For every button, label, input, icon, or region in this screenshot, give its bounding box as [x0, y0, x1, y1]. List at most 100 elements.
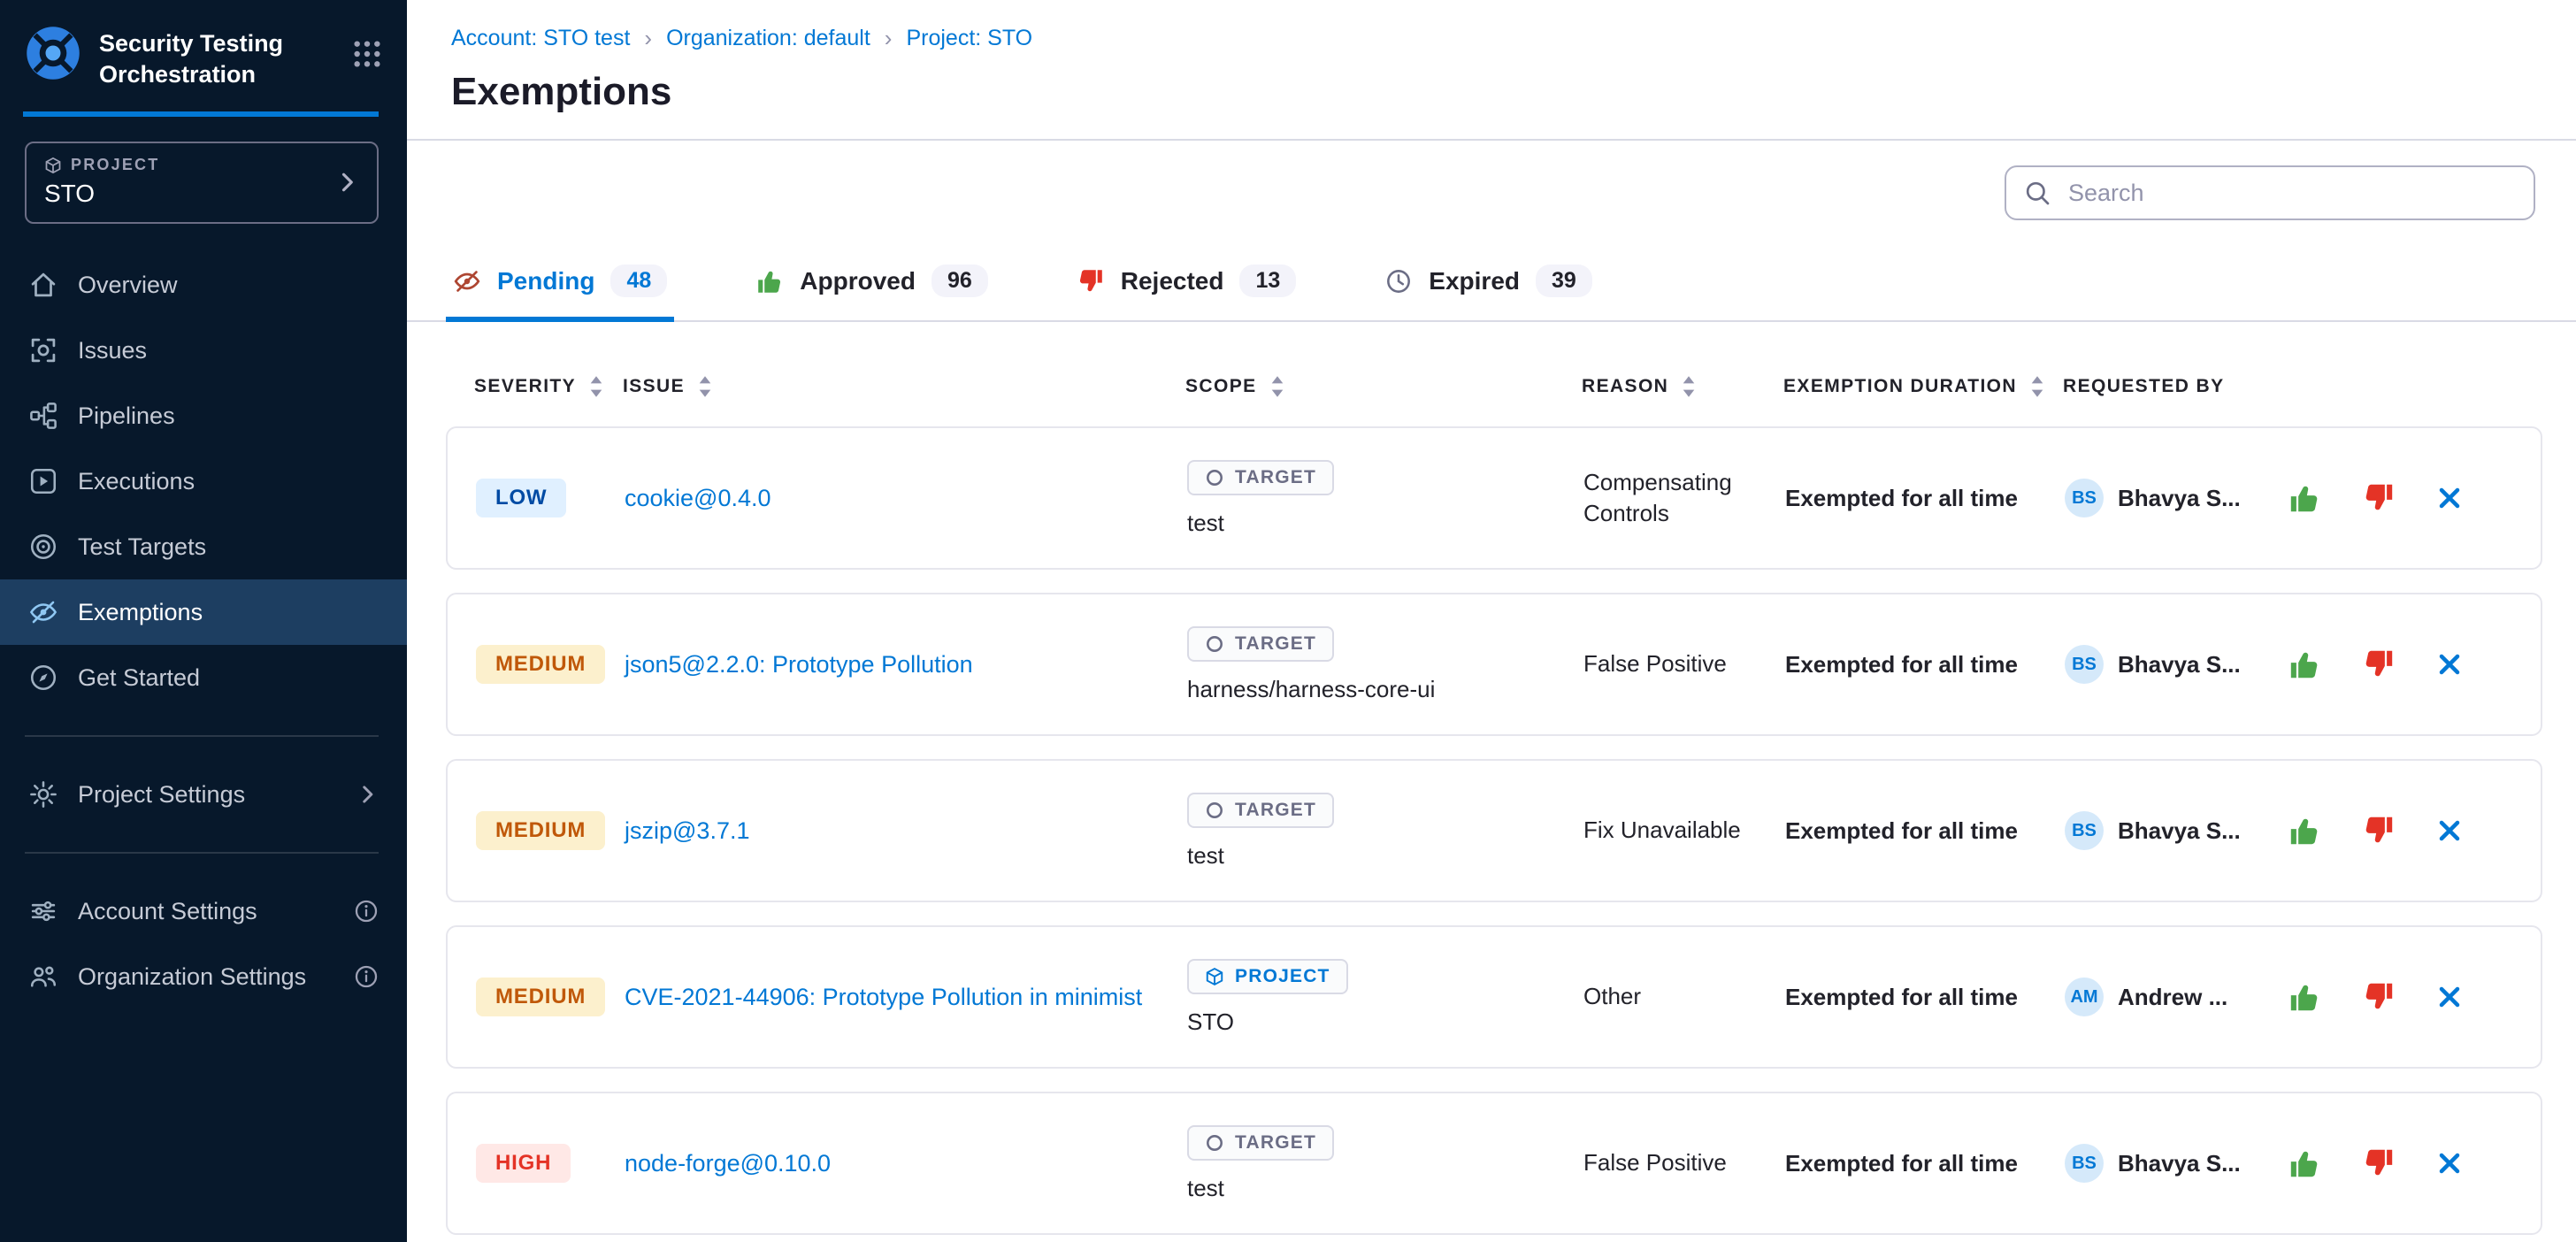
sort-button[interactable] [1269, 375, 1285, 398]
approve-button[interactable] [2288, 814, 2321, 847]
exemption-duration-cell: Exempted for all time [1785, 984, 2065, 1011]
home-icon [28, 270, 58, 300]
sidebar-item-organization-settings[interactable]: Organization Settings [0, 944, 407, 1009]
search-box[interactable] [2005, 165, 2535, 220]
close-x-icon [2436, 651, 2463, 678]
column-header-reason: REASON [1582, 375, 1783, 398]
thumbs-up-icon [2288, 980, 2321, 1014]
cancel-exemption-button[interactable] [2436, 485, 2463, 511]
sidebar-item-account-settings[interactable]: Account Settings [0, 878, 407, 944]
approve-button[interactable] [2288, 648, 2321, 681]
close-x-icon [2436, 817, 2463, 844]
column-label: REQUESTED BY [2063, 376, 2225, 397]
page-title: Exemptions [451, 70, 2534, 114]
sidebar-item-issues[interactable]: Issues [0, 318, 407, 383]
breadcrumb-account[interactable]: Account: STO test [451, 26, 630, 51]
severity-badge: MEDIUM [476, 645, 605, 684]
sidebar-divider [25, 735, 379, 737]
scope-cell: TARGET test [1187, 460, 1583, 537]
tab-rejected[interactable]: Rejected 13 [1073, 245, 1300, 320]
cancel-exemption-button[interactable] [2436, 651, 2463, 678]
thumbs-up-icon [2288, 648, 2321, 681]
app-switcher-button[interactable] [349, 35, 386, 73]
avatar: AM [2065, 978, 2104, 1016]
issue-link[interactable]: node-forge@0.10.0 [625, 1146, 859, 1182]
sidebar-item-exemptions[interactable]: Exemptions [0, 579, 407, 645]
severity-badge: MEDIUM [476, 978, 605, 1016]
scan-issues-icon [28, 335, 58, 365]
issue-cell: jszip@3.7.1 [625, 813, 1187, 849]
approve-button[interactable] [2288, 980, 2321, 1014]
scope-type-label: TARGET [1235, 1132, 1316, 1154]
breadcrumb-project[interactable]: Project: STO [906, 26, 1032, 51]
thumbs-down-icon [2362, 481, 2396, 515]
cancel-exemption-button[interactable] [2436, 1150, 2463, 1177]
issue-cell: CVE-2021-44906: Prototype Pollution in m… [625, 979, 1187, 1016]
sort-button[interactable] [2029, 375, 2045, 398]
scope-cell: TARGET test [1187, 793, 1583, 870]
breadcrumb-organization[interactable]: Organization: default [666, 26, 870, 51]
reason-cell: Fix Unavailable [1583, 815, 1785, 846]
info-icon[interactable] [354, 899, 379, 924]
scope-pill: TARGET [1187, 1125, 1334, 1161]
issue-link[interactable]: jszip@3.7.1 [625, 813, 778, 849]
approve-button[interactable] [2288, 481, 2321, 515]
table-row: MEDIUM json5@2.2.0: Prototype Pollution … [446, 593, 2542, 736]
scope-type-label: TARGET [1235, 633, 1316, 655]
tab-count-badge: 13 [1239, 264, 1296, 297]
project-selector-kicker: PROJECT [44, 156, 334, 174]
sort-button[interactable] [697, 375, 713, 398]
issue-link[interactable]: cookie@0.4.0 [625, 480, 800, 517]
target-scope-icon [1205, 801, 1224, 820]
cancel-exemption-button[interactable] [2436, 984, 2463, 1010]
severity-cell: MEDIUM [476, 978, 625, 1016]
sidebar-item-label: Issues [78, 337, 379, 364]
close-x-icon [2436, 1150, 2463, 1177]
sidebar-item-get-started[interactable]: Get Started [0, 645, 407, 710]
sidebar-item-executions[interactable]: Executions [0, 448, 407, 514]
approve-button[interactable] [2288, 1146, 2321, 1180]
sort-icon [588, 375, 604, 398]
scope-pill: PROJECT [1187, 959, 1348, 994]
module-accent-bar [23, 111, 379, 117]
issue-link[interactable]: CVE-2021-44906: Prototype Pollution in m… [625, 979, 1170, 1016]
tab-expired[interactable]: Expired 39 [1381, 245, 1596, 320]
cancel-exemption-button[interactable] [2436, 817, 2463, 844]
reject-button[interactable] [2362, 814, 2396, 847]
sidebar-item-pipelines[interactable]: Pipelines [0, 383, 407, 448]
exemption-duration-cell: Exempted for all time [1785, 651, 2065, 678]
reason-cell: Compensating Controls [1583, 467, 1785, 529]
issue-cell: node-forge@0.10.0 [625, 1146, 1187, 1182]
sidebar-item-overview[interactable]: Overview [0, 252, 407, 318]
severity-cell: HIGH [476, 1144, 625, 1183]
row-actions [2288, 1146, 2512, 1180]
reject-button[interactable] [2362, 648, 2396, 681]
sidebar-item-label: Pipelines [78, 402, 379, 430]
sort-icon [1269, 375, 1285, 398]
sort-button[interactable] [1681, 375, 1697, 398]
tab-approved[interactable]: Approved 96 [752, 245, 992, 320]
search-input[interactable] [2065, 178, 2516, 209]
scope-pill: TARGET [1187, 626, 1334, 662]
reject-button[interactable] [2362, 980, 2396, 1014]
close-x-icon [2436, 984, 2463, 1010]
tab-pending[interactable]: Pending 48 [449, 245, 671, 320]
column-label: SCOPE [1185, 376, 1257, 397]
reject-button[interactable] [2362, 481, 2396, 515]
tab-label: Rejected [1121, 267, 1224, 295]
requested-by-cell: AM Andrew ... [2065, 978, 2288, 1016]
harness-logo[interactable] [23, 23, 83, 83]
sidebar-item-project-settings[interactable]: Project Settings [0, 762, 407, 827]
sort-button[interactable] [588, 375, 604, 398]
reject-button[interactable] [2362, 1146, 2396, 1180]
column-label: REASON [1582, 376, 1668, 397]
info-icon[interactable] [354, 964, 379, 989]
exemption-duration-cell: Exempted for all time [1785, 1150, 2065, 1177]
column-header-requested-by: REQUESTED BY [2063, 375, 2286, 398]
main-content: Account: STO test › Organization: defaul… [407, 0, 2576, 1242]
project-selector[interactable]: PROJECT STO [25, 142, 379, 224]
sidebar-item-test-targets[interactable]: Test Targets [0, 514, 407, 579]
chevron-right-icon [334, 170, 359, 195]
issue-link[interactable]: json5@2.2.0: Prototype Pollution [625, 647, 1001, 683]
thumbs-up-icon [2288, 814, 2321, 847]
